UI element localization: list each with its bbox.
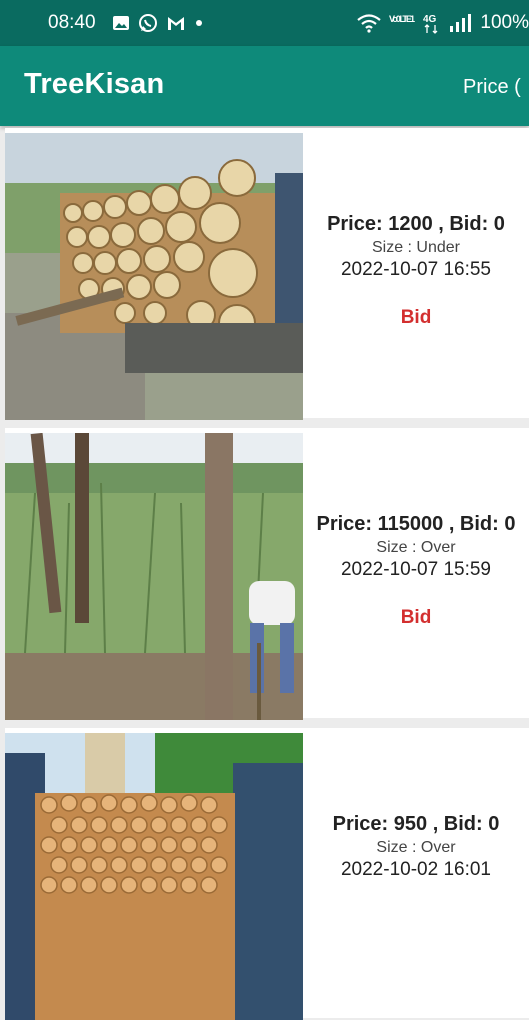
bid-button[interactable]: Bid [401,607,432,629]
listing-info: Price: 1200 , Bid: 0 Size : Under 2022-1… [303,128,529,329]
signal-icon [450,14,472,32]
app-title: TreeKisan [24,68,165,100]
price-bid-text: Price: 1200 , Bid: 0 [327,213,505,235]
size-text: Size : Over [376,539,456,556]
listing-image [5,433,303,720]
date-text: 2022-10-02 16:01 [340,859,491,880]
whatsapp-icon [139,14,157,32]
size-text: Size : Over [376,839,456,856]
listing-info: Price: 950 , Bid: 0 Size : Over 2022-10-… [303,728,529,881]
price-bid-text: Price: 115000 , Bid: 0 [316,513,516,535]
listing-card[interactable]: Price: 950 , Bid: 0 Size : Over 2022-10-… [5,728,529,1020]
date-text: 2022-10-07 15:59 [340,559,491,580]
bid-button[interactable]: Bid [401,307,432,329]
listing-info: Price: 115000 , Bid: 0 Size : Over 2022-… [303,428,529,629]
notification-icons [112,12,204,34]
price-sort-action[interactable]: Price ( [463,76,521,99]
listing-card[interactable]: Price: 115000 , Bid: 0 Size : Over 2022-… [5,428,529,720]
image-icon [113,16,129,30]
system-icons: Vo0 LTE1 4G 100% [356,10,529,36]
battery-level: 100% [480,12,529,33]
listing-card[interactable]: Price: 1200 , Bid: 0 Size : Under 2022-1… [5,128,529,420]
app-bar: TreeKisan Price ( [0,46,529,126]
volte-icon: Vo0 LTE1 [389,14,415,24]
date-text: 2022-10-07 16:55 [340,259,491,280]
gmail-icon [168,17,184,30]
network-label: 4G [423,14,437,25]
listing-image [5,133,303,420]
listing-image [5,733,303,1020]
size-text: Size : Under [371,239,461,256]
status-bar: 08:40 Vo0 LTE1 4G 100% [0,0,529,46]
status-time: 08:40 [48,12,96,33]
price-bid-text: Price: 950 , Bid: 0 [332,813,500,835]
dot-icon [196,20,202,26]
wifi-icon [357,14,382,33]
volte-label: Vo0 LTE1 [389,14,415,24]
4g-icon: 4G [423,14,438,34]
